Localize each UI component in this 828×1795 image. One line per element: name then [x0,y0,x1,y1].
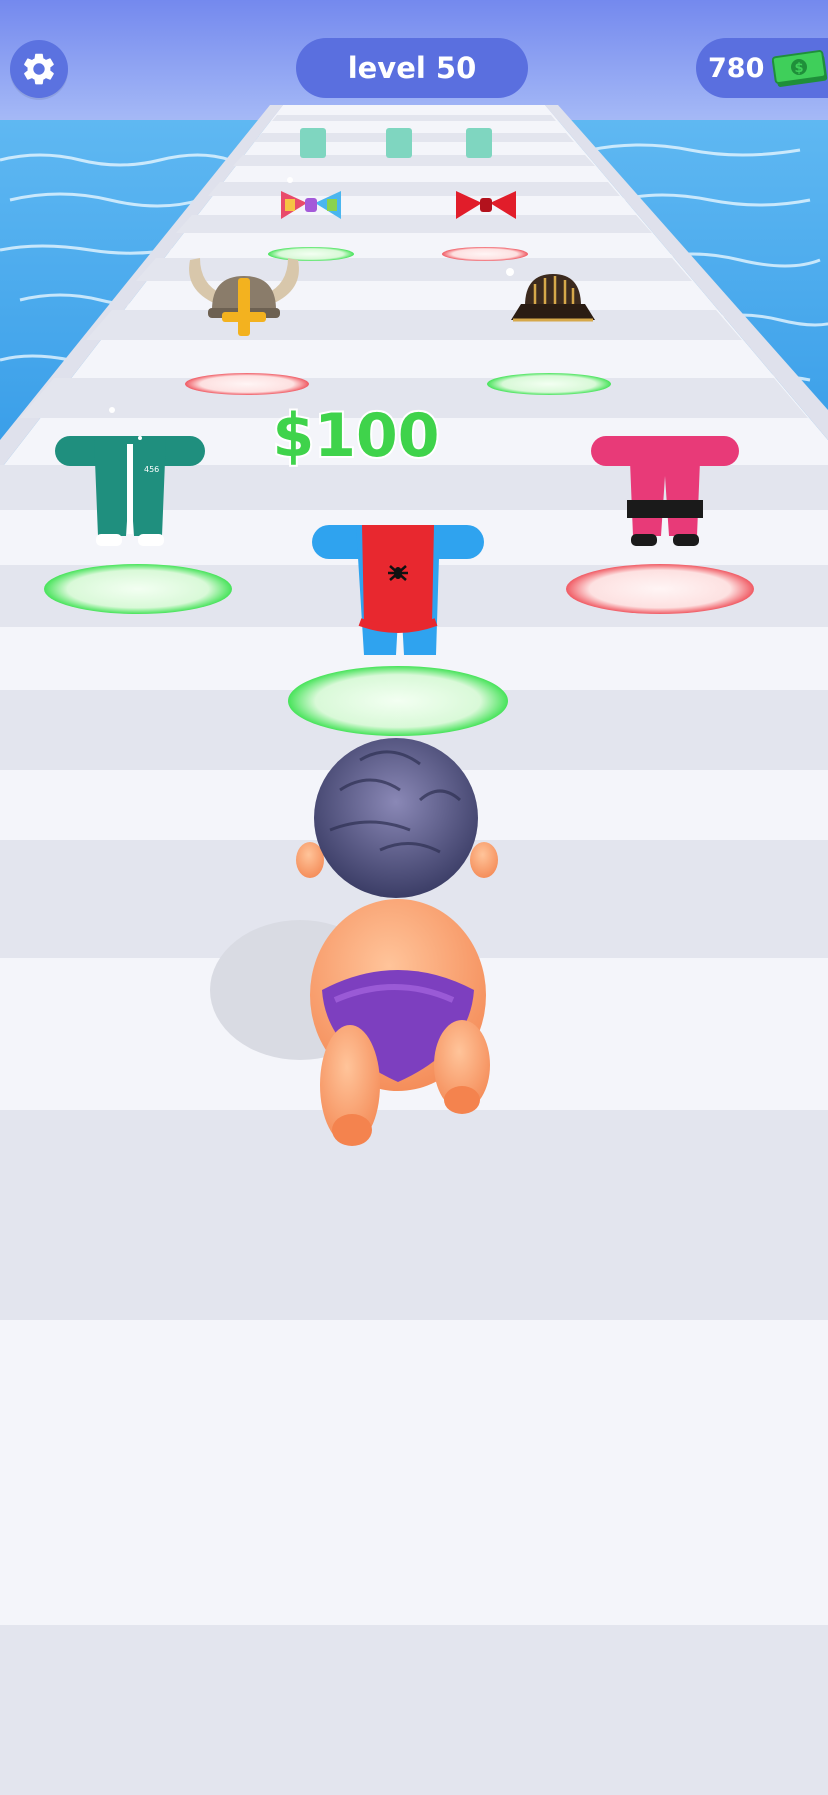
level-indicator: level 50 [296,38,528,98]
pad-good-center [288,666,508,736]
currency-amount: 780 [708,52,765,84]
level-label: level 50 [347,51,477,85]
pad-bad-far [442,247,528,261]
svg-text:$: $ [795,61,804,76]
gear-icon [24,53,54,85]
baby-character [296,738,498,1146]
pad-good-left [44,564,232,614]
svg-text:456: 456 [144,465,159,474]
pad-good-mid [487,373,611,395]
pad-bad-right [566,564,754,614]
pad-good-far [268,247,354,261]
game-scene: $100 456 [0,0,828,1795]
pad-bad-mid [185,373,309,395]
reward-label: $100 [273,401,440,471]
settings-button[interactable] [10,40,68,98]
cash-icon: $ [772,50,828,87]
currency-counter: 780 $ [696,38,828,98]
